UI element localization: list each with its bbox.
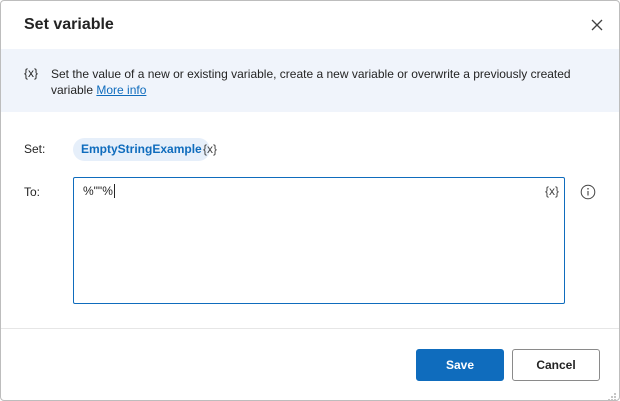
to-value-text: %""% — [83, 184, 113, 198]
footer-divider — [1, 328, 619, 329]
cancel-button[interactable]: Cancel — [512, 349, 600, 381]
variable-name-chip[interactable]: EmptyStringExample — [73, 138, 210, 161]
close-icon[interactable] — [587, 15, 607, 35]
to-label: To: — [24, 185, 41, 199]
info-circle-icon[interactable] — [580, 184, 596, 200]
text-caret — [114, 184, 115, 198]
dialog-title: Set variable — [24, 16, 114, 33]
info-description: Set the value of a new or existing varia… — [51, 66, 581, 98]
set-variable-picker[interactable]: {x} — [203, 142, 217, 156]
info-banner: {x} Set the value of a new or existing v… — [1, 49, 619, 112]
to-variable-picker[interactable]: {x} — [545, 184, 559, 198]
to-value-input[interactable]: %""% {x} — [73, 177, 565, 304]
save-button[interactable]: Save — [416, 349, 504, 381]
variable-icon: {x} — [24, 66, 39, 80]
more-info-link[interactable]: More info — [96, 83, 146, 97]
set-variable-dialog: Set variable {x} Set the value of a new … — [0, 0, 620, 401]
resize-grip-icon[interactable] — [607, 389, 617, 400]
set-label: Set: — [24, 142, 46, 156]
